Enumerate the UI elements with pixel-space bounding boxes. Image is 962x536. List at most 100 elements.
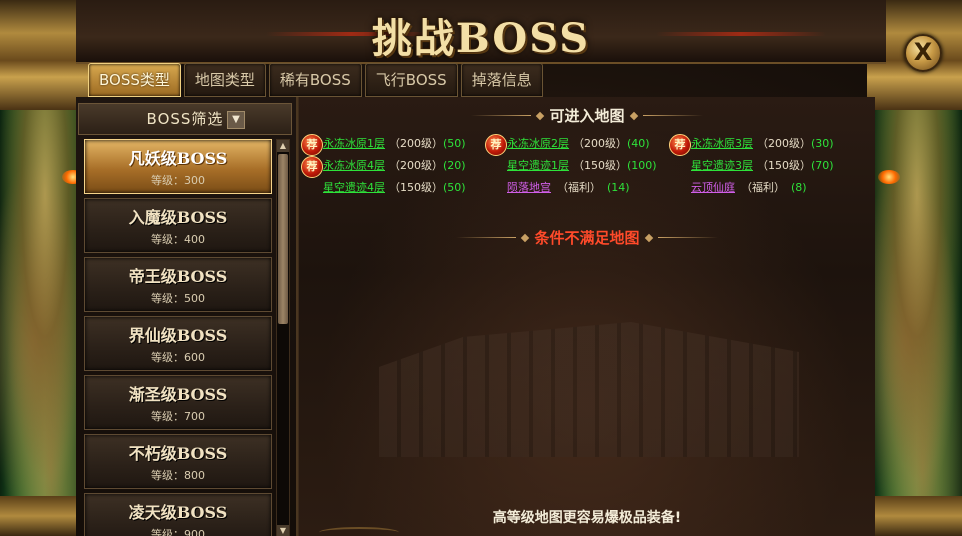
map-entry[interactable]: 星空遗迹1层 （150级） (100) [485,157,671,179]
boss-list-scrollbar[interactable]: ▲ ▼ [276,139,290,536]
map-link[interactable]: 云顶仙庭 [691,179,735,197]
map-boss-count: (50) [443,181,466,194]
diamond-icon [644,233,653,242]
map-requirement: （150级） [389,181,443,194]
boss-item-level: 等级：400 [151,233,205,246]
map-link[interactable]: 星空遗迹1层 [507,157,569,175]
divider-line [471,115,532,116]
unavailable-maps-title: 条件不满足地图 [534,229,640,247]
map-row: 荐 永冻冰原1层 （200级） (50) 荐 永冻冰原2层 （200级） (40… [299,134,875,157]
tab-bar: BOSS类型 地图类型 稀有BOSS 飞行BOSS 掉落信息 [88,63,543,97]
recommend-badge-icon: 荐 [669,134,691,156]
challenge-boss-window: { "window": { "title": "挑战BOSS", "close_… [0,0,962,536]
diamond-icon [629,111,638,120]
scroll-up-icon[interactable]: ▲ [277,140,289,152]
boss-filter-label: BOSS筛选 [146,110,224,128]
map-boss-count: (30) [811,137,834,150]
accessible-maps-heading: 可进入地图 [299,105,875,126]
map-requirement: （200级） [757,137,811,150]
scroll-thumb[interactable] [278,154,288,324]
chevron-down-icon[interactable]: ▼ [227,111,245,129]
boss-item-name: 凌天级BOSS [128,503,228,522]
map-requirement: （150级） [757,159,811,172]
window-title: 挑战BOSS [371,15,591,62]
map-requirement: （200级） [573,137,627,150]
boss-item-level: 等级：800 [151,469,205,482]
map-row: 荐 永冻冰原4层 （200级） (20) 星空遗迹1层 （150级） (100)… [299,156,875,179]
boss-item-level: 等级：600 [151,351,205,364]
fortress-background-art [379,322,799,457]
boss-item-name: 入魔级BOSS [128,208,228,227]
map-link[interactable]: 永冻冰原4层 [323,157,385,175]
boss-item-diwang[interactable]: 帝王级BOSS 等级：500 [84,257,272,312]
boss-list-panel: BOSS筛选 ▼ 凡妖级BOSS 等级：300 入魔级BOSS 等级：400 帝… [76,97,298,536]
map-link[interactable]: 永冻冰原3层 [691,135,753,153]
map-link[interactable]: 陨落地宫 [507,179,551,197]
map-entry[interactable]: 陨落地宫 （福利） (14) [485,179,671,201]
recommend-badge-icon: 荐 [485,134,507,156]
boss-item-jiansheng[interactable]: 渐圣级BOSS 等级：700 [84,375,272,430]
accessible-map-grid: 荐 永冻冰原1层 （200级） (50) 荐 永冻冰原2层 （200级） (40… [299,134,875,201]
boss-filter-dropdown[interactable]: BOSS筛选 ▼ [78,103,292,135]
boss-item-lingtian[interactable]: 凌天级BOSS 等级：900 [84,493,272,536]
accessible-maps-title: 可进入地图 [549,107,625,125]
map-requirement: （福利） [741,181,785,194]
map-link[interactable]: 星空遗迹3层 [691,157,753,175]
map-entry[interactable]: 荐 永冻冰原1层 （200级） (50) [301,134,487,157]
tab-rare-boss[interactable]: 稀有BOSS [268,63,362,97]
map-requirement: （150级） [573,159,627,172]
map-boss-count: (100) [627,159,657,172]
right-dragon-eye [878,170,900,184]
boss-item-level: 等级：500 [151,292,205,305]
map-requirement: （200级） [389,137,443,150]
map-boss-count: (20) [443,159,466,172]
boss-item-level: 等级：300 [151,174,205,187]
footer-tip: 高等级地图更容易爆极品装备! [492,510,682,526]
map-link[interactable]: 永冻冰原1层 [323,135,385,153]
map-requirement: （200级） [389,159,443,172]
map-entry[interactable]: 荐 永冻冰原4层 （200级） (20) [301,156,487,179]
close-button[interactable]: X [904,34,942,72]
boss-item-name: 界仙级BOSS [128,326,228,345]
right-dragon-ornament [862,110,962,530]
boss-item-level: 等级：900 [151,528,205,536]
map-requirement: （福利） [557,181,601,194]
recommend-badge-icon: 荐 [301,134,323,156]
boss-item-jiexian[interactable]: 界仙级BOSS 等级：600 [84,316,272,371]
map-entry[interactable]: 星空遗迹4层 （150级） (50) [301,179,487,201]
map-entry[interactable]: 云顶仙庭 （福利） (8) [669,179,855,201]
map-boss-count: (8) [791,181,807,194]
unavailable-maps-heading: 条件不满足地图 [299,227,875,248]
boss-list: 凡妖级BOSS 等级：300 入魔级BOSS 等级：400 帝王级BOSS 等级… [84,139,272,536]
tab-drop-info[interactable]: 掉落信息 [460,63,543,97]
recommend-badge-icon: 荐 [301,156,323,178]
map-boss-count: (40) [627,137,650,150]
map-entry[interactable]: 星空遗迹3层 （150级） (70) [669,157,855,179]
boss-item-name: 帝王级BOSS [128,267,228,286]
bottom-ornament [319,527,399,536]
boss-item-name: 不朽级BOSS [128,444,228,463]
tab-flying-boss[interactable]: 飞行BOSS [364,63,458,97]
map-boss-count: (50) [443,137,466,150]
map-entry[interactable]: 荐 永冻冰原3层 （200级） (30) [669,134,855,157]
map-boss-count: (14) [607,181,630,194]
tab-boss-type[interactable]: BOSS类型 [88,63,181,97]
right-pillar-base [869,496,962,536]
boss-item-name: 渐圣级BOSS [128,385,228,404]
scroll-down-icon[interactable]: ▼ [277,525,289,536]
diamond-icon [521,233,530,242]
boss-item-rumo[interactable]: 入魔级BOSS 等级：400 [84,198,272,253]
boss-item-name: 凡妖级BOSS [128,149,228,168]
map-panel: 可进入地图 荐 永冻冰原1层 （200级） (50) 荐 永冻冰原2层 （200… [298,97,875,536]
divider-line [657,237,718,238]
boss-item-fanyao[interactable]: 凡妖级BOSS 等级：300 [84,139,272,194]
tab-map-type[interactable]: 地图类型 [183,63,266,97]
map-boss-count: (70) [811,159,834,172]
boss-item-level: 等级：700 [151,410,205,423]
divider-line [456,237,517,238]
map-link[interactable]: 星空遗迹4层 [323,179,385,197]
map-link[interactable]: 永冻冰原2层 [507,135,569,153]
map-entry[interactable]: 荐 永冻冰原2层 （200级） (40) [485,134,671,157]
diamond-icon [536,111,545,120]
boss-item-buxiu[interactable]: 不朽级BOSS 等级：800 [84,434,272,489]
